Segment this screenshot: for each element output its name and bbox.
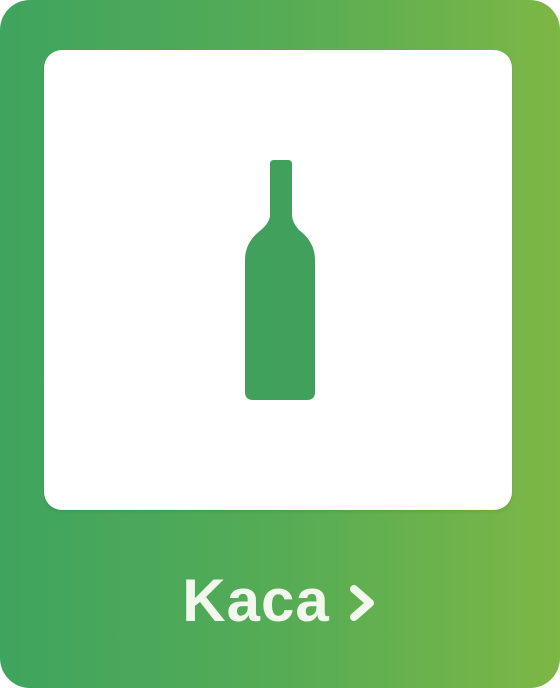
bottle-icon	[245, 160, 315, 400]
tile-label-row[interactable]: Kaca	[0, 555, 560, 645]
category-tile-kaca[interactable]: Kaca	[0, 0, 560, 688]
chevron-right-icon	[349, 585, 374, 621]
tile-label: Kaca	[182, 566, 330, 634]
